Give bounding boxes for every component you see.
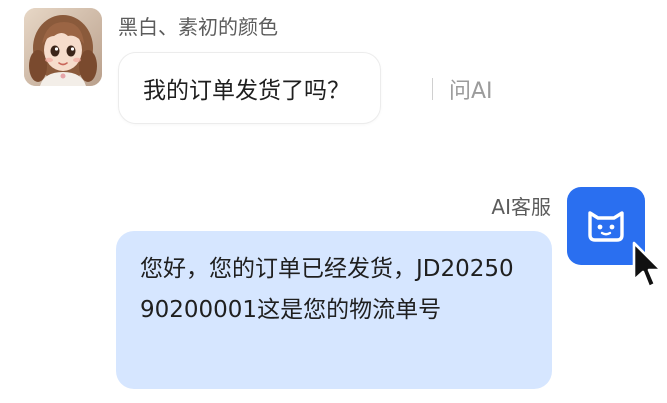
user-message-bubble[interactable]: 我的订单发货了吗？ [118,52,381,124]
ask-ai-divider [432,78,433,100]
ask-ai-button[interactable]: 问AI [432,74,493,104]
user-name: 黑白、素初的颜色 [118,15,278,39]
cartoon-girl-avatar-icon [24,8,102,86]
user-message-text: 我的订单发货了吗？ [143,78,350,104]
ai-message-text: 您好，您的订单已经发货，JD2025090200001这是您的物流单号 [140,256,514,323]
ai-message-bubble[interactable]: 您好，您的订单已经发货，JD2025090200001这是您的物流单号 [116,231,552,389]
user-avatar[interactable] [24,8,102,86]
ask-ai-label: 问AI [449,79,493,104]
ai-service-name: AI客服 [491,195,551,219]
ai-service-avatar[interactable] [567,187,645,265]
cat-face-icon [588,211,624,242]
chat-window: 黑白、素初的颜色 我的订单发货了吗？ 问AI AI客服 您好，您的订单已经发货，… [0,0,667,403]
